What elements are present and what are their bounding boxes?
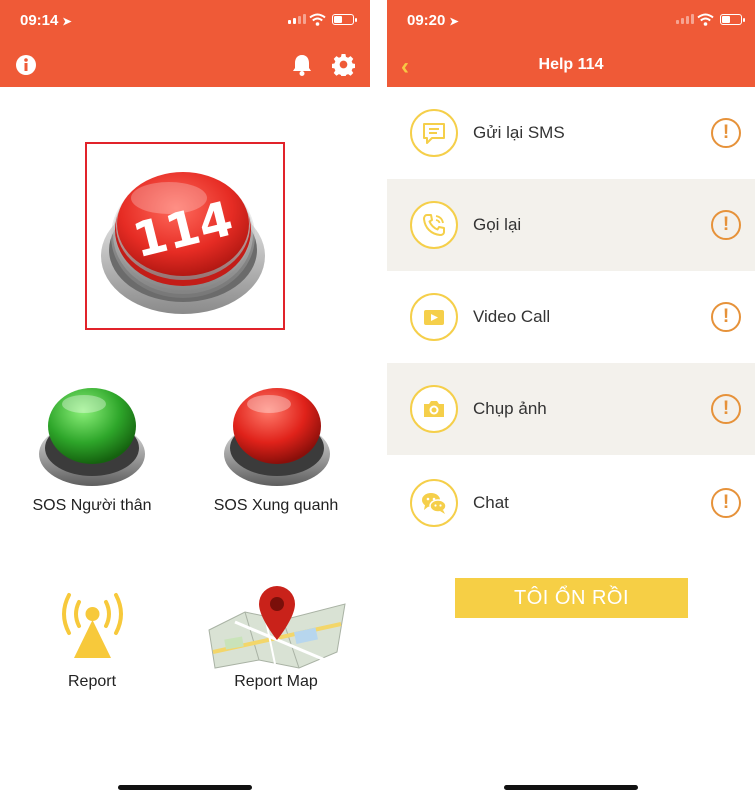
sos-family-button[interactable] xyxy=(38,380,146,488)
report-label[interactable]: Report xyxy=(2,673,182,691)
info-icon[interactable] xyxy=(15,54,37,76)
list-item-label: Chat xyxy=(473,493,509,512)
list-item-resend-sms[interactable]: Gửi lại SMS ! xyxy=(387,87,755,179)
sos-114-button-frame[interactable]: 114 xyxy=(85,142,285,330)
battery-icon xyxy=(720,14,745,25)
status-time: 09:14 xyxy=(20,12,59,29)
phone-call-icon xyxy=(410,201,458,249)
top-navbar: ‹ Help 114 xyxy=(387,44,755,87)
status-bar: 09:14 ➤ xyxy=(0,0,370,44)
location-arrow-icon: ➤ xyxy=(449,16,459,28)
sos-114-button[interactable]: 114 xyxy=(99,158,269,318)
home-indicator xyxy=(504,785,638,790)
signal-icon xyxy=(676,14,694,24)
list-item-label: Chụp ảnh xyxy=(473,399,547,418)
warning-icon[interactable]: ! xyxy=(711,394,741,424)
warning-icon[interactable]: ! xyxy=(711,488,741,518)
sos-family-label: SOS Người thân xyxy=(32,497,152,514)
bell-icon[interactable] xyxy=(291,53,313,77)
status-time: 09:20 xyxy=(407,12,446,29)
location-arrow-icon: ➤ xyxy=(62,16,72,28)
warning-icon[interactable]: ! xyxy=(711,210,741,240)
list-item-label: Gọi lại xyxy=(473,215,522,234)
list-item-label: Video Call xyxy=(473,307,551,326)
im-okay-button[interactable]: TÔI ỔN RỒI xyxy=(455,578,688,618)
report-map-label[interactable]: Report Map xyxy=(186,673,366,691)
chat-icon xyxy=(410,479,458,527)
top-navbar xyxy=(0,44,370,87)
warning-icon[interactable]: ! xyxy=(711,118,741,148)
list-item-chat[interactable]: Chat ! xyxy=(387,457,755,549)
page-title: Help 114 xyxy=(538,56,604,73)
wifi-icon xyxy=(697,13,714,26)
sos-nearby-label: SOS Xung quanh xyxy=(213,497,339,514)
status-bar: 09:20 ➤ xyxy=(387,0,755,44)
list-item-call-back[interactable]: Gọi lại ! xyxy=(387,179,755,271)
warning-icon[interactable]: ! xyxy=(711,302,741,332)
battery-icon xyxy=(332,14,357,25)
camera-icon xyxy=(410,385,458,433)
wifi-icon xyxy=(309,13,326,26)
help-114-screen: 09:20 ➤ ‹ Help 114 Gửi lại SMS ! Gọi lại… xyxy=(387,0,755,800)
video-call-icon xyxy=(410,293,458,341)
home-indicator xyxy=(118,785,252,790)
signal-icon xyxy=(288,14,306,24)
broadcast-signal-icon[interactable] xyxy=(55,590,130,660)
list-item-label: Gửi lại SMS xyxy=(473,123,565,142)
list-item-video-call[interactable]: Video Call ! xyxy=(387,271,755,363)
sms-icon xyxy=(410,109,458,157)
settings-gear-icon[interactable] xyxy=(332,53,355,76)
list-item-take-photo[interactable]: Chụp ảnh ! xyxy=(387,363,755,455)
screen-divider xyxy=(370,0,387,800)
sos-nearby-button[interactable] xyxy=(223,380,331,488)
main-screen: 09:14 ➤ 114 SOS Người thân SOS Xung quan… xyxy=(0,0,370,800)
report-map-icon[interactable] xyxy=(205,582,350,670)
